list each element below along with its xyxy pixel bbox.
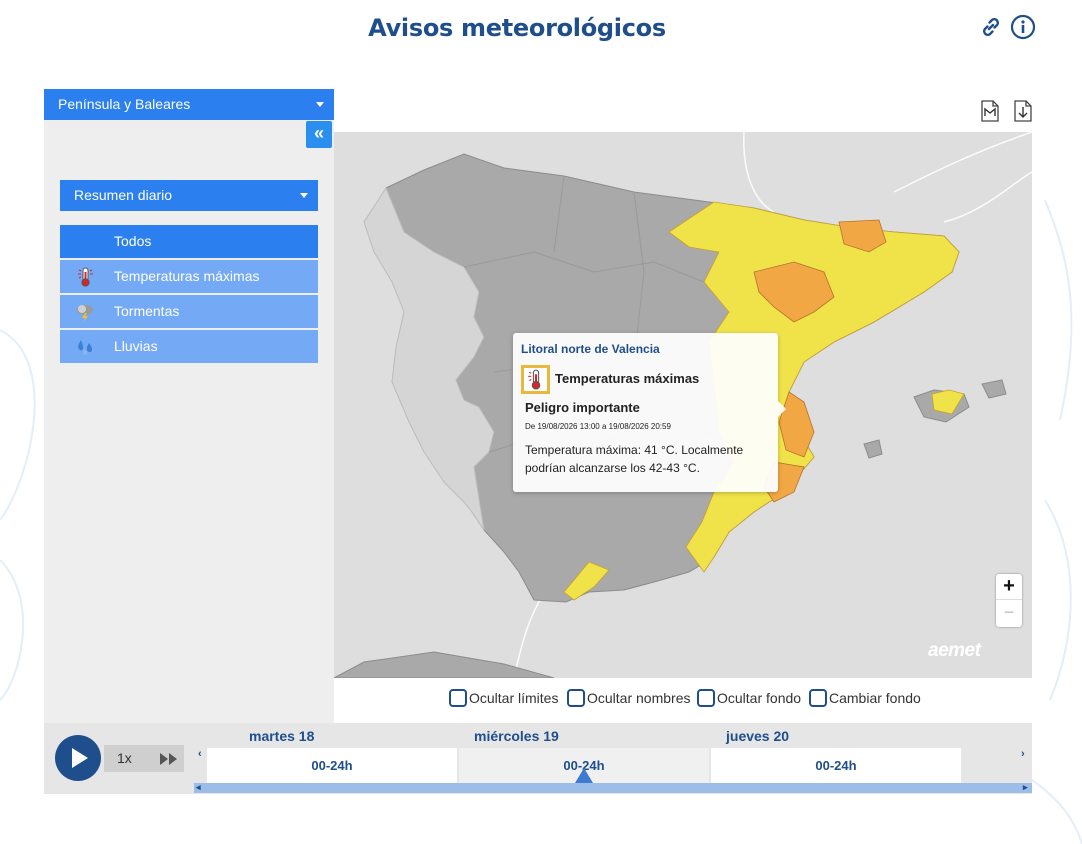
thermometer-icon — [78, 267, 93, 287]
option-label: Ocultar límites — [469, 690, 559, 706]
option-ocultar-fondo[interactable]: Ocultar fondo — [697, 689, 801, 707]
chevron-down-icon — [316, 102, 324, 107]
top-actions — [978, 14, 1036, 40]
filter-item-lluvias[interactable]: Lluvias — [60, 330, 318, 363]
download-icon[interactable] — [1013, 100, 1033, 122]
collapse-panel-button[interactable]: « — [306, 121, 332, 148]
checkbox[interactable] — [449, 689, 467, 707]
view-select[interactable]: Resumen diario — [60, 180, 318, 211]
zoom-out-button[interactable]: − — [996, 600, 1022, 626]
day-label: martes 18 — [249, 728, 315, 744]
option-label: Ocultar fondo — [717, 690, 802, 706]
timeline-next-icon[interactable]: › — [1021, 748, 1025, 760]
filter-item-tormentas[interactable]: Tormentas — [60, 295, 318, 328]
option-cambiar-fondo[interactable]: Cambiar fondo — [809, 689, 921, 707]
page-title: Avisos meteorológicos — [368, 14, 666, 42]
timeline-slot[interactable]: 00-24h — [207, 748, 457, 783]
region-select-label: Península y Baleares — [58, 96, 191, 112]
option-ocultar-nombres[interactable]: Ocultar nombres — [567, 689, 690, 707]
filter-item-todos[interactable]: Todos — [60, 225, 318, 258]
aemet-logo: aemet — [928, 640, 981, 661]
timeline-scrollbar[interactable] — [194, 783, 1032, 793]
timeline-marker[interactable] — [575, 768, 593, 783]
popup-warning-level: Peligro importante — [525, 400, 640, 415]
region-select[interactable]: Península y Baleares — [44, 89, 334, 120]
play-button[interactable] — [55, 735, 101, 781]
filter-item-label: Todos — [114, 233, 152, 249]
checkbox[interactable] — [697, 689, 715, 707]
day-label: jueves 20 — [726, 728, 790, 744]
popup-warning-description: Temperatura máxima: 41 °C. Localmente po… — [525, 443, 744, 475]
filter-item-label: Temperaturas máximas — [114, 268, 260, 284]
option-label: Cambiar fondo — [829, 690, 921, 706]
thermometer-icon — [528, 369, 541, 390]
storm-icon — [77, 305, 93, 322]
popup-zone-name: Litoral norte de Valencia — [521, 342, 660, 356]
option-label: Ocultar nombres — [587, 690, 691, 706]
timeline-slot[interactable]: 00-24h — [711, 748, 961, 783]
info-icon[interactable] — [1010, 14, 1036, 40]
filter-item-temperaturas-maximas[interactable]: Temperaturas máximas — [60, 260, 318, 293]
popup-warning-badge — [521, 365, 550, 394]
popup-warning-dates: De 19/08/2026 13:00 a 19/08/2026 20:59 — [525, 422, 671, 431]
print-map-icon[interactable] — [980, 100, 1000, 122]
filter-item-label: Tormentas — [114, 303, 180, 319]
speed-label: 1x — [117, 750, 132, 766]
timeline-prev-icon[interactable]: ‹ — [198, 748, 202, 760]
scroll-right-icon[interactable]: ▸ — [1023, 782, 1028, 793]
popup-warning-type: Temperaturas máximas — [555, 371, 700, 386]
zoom-controls: + − — [996, 574, 1022, 627]
option-ocultar-limites[interactable]: Ocultar límites — [449, 689, 558, 707]
checkbox[interactable] — [567, 689, 585, 707]
warning-popup: Litoral norte de Valencia Temperaturas m… — [513, 333, 786, 492]
view-select-label: Resumen diario — [74, 187, 173, 203]
rain-icon — [78, 340, 93, 355]
scroll-left-icon[interactable]: ◂ — [196, 782, 201, 793]
link-icon[interactable] — [978, 14, 1004, 40]
day-label: miércoles 19 — [474, 728, 559, 744]
checkbox[interactable] — [809, 689, 827, 707]
zoom-in-button[interactable]: + — [996, 574, 1022, 600]
filter-item-label: Lluvias — [114, 338, 158, 354]
chevron-down-icon — [300, 193, 308, 198]
fast-forward-icon[interactable] — [160, 753, 178, 765]
